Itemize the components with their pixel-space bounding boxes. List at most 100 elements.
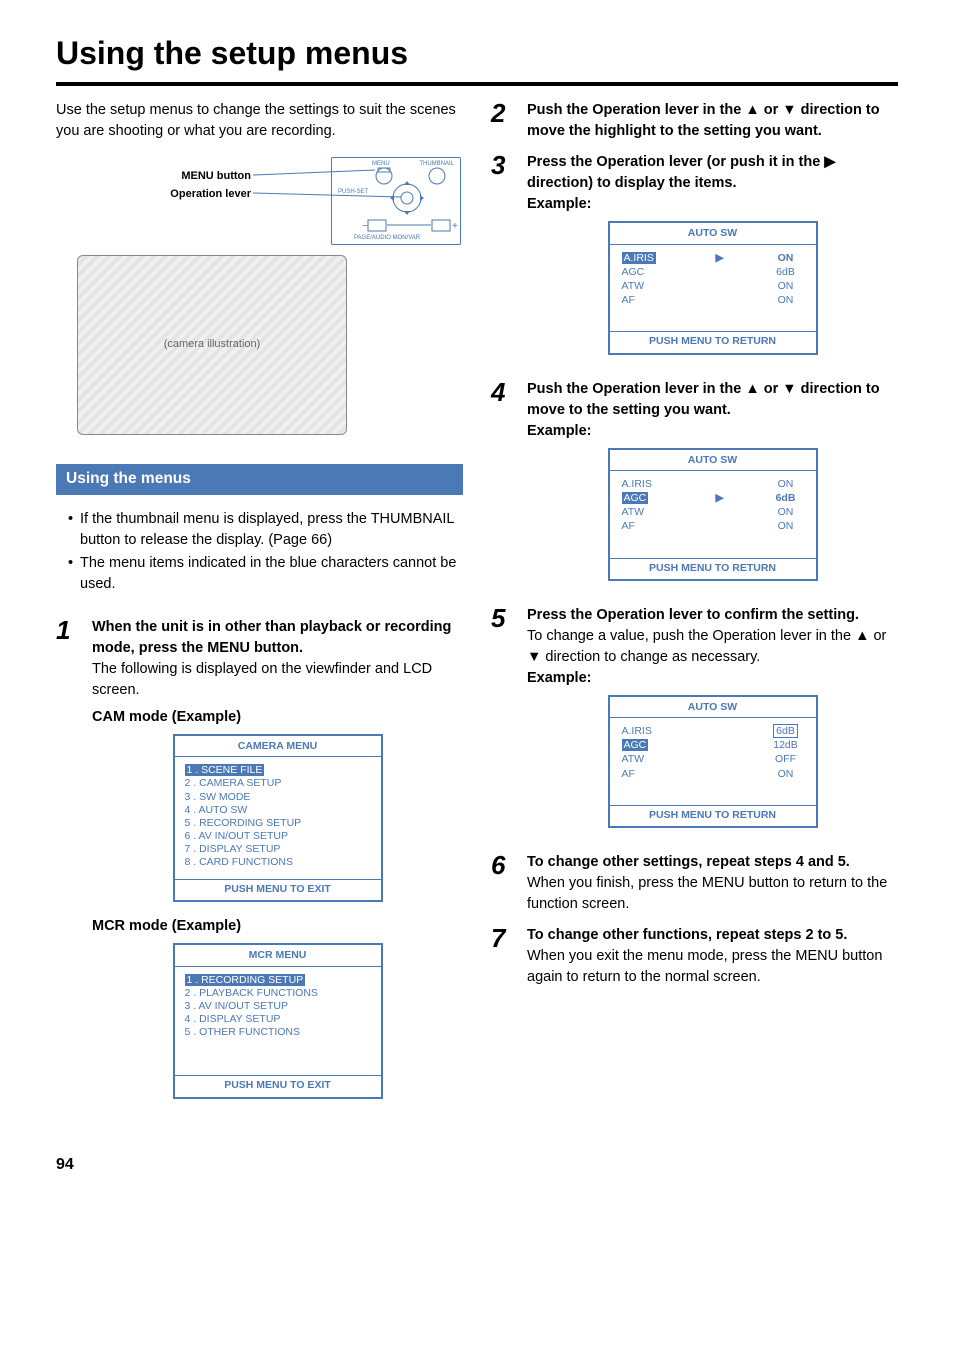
autosw-footer: PUSH MENU TO RETURN [610, 558, 816, 579]
autosw-label: AGC [622, 738, 672, 752]
autosw-row: A.IRIS ON [610, 477, 816, 491]
step-number: 7 [491, 925, 513, 988]
autosw-arrow: ▶ [713, 251, 727, 265]
step-7: 7 To change other functions, repeat step… [491, 925, 898, 988]
step-5-head: Press the Operation lever to confirm the… [527, 605, 898, 626]
step-5-body-c: direction to change as necessary. [541, 649, 760, 665]
page-title: Using the setup menus [56, 30, 898, 86]
autosw-label: ATW [622, 505, 672, 519]
autosw-label: AGC [622, 265, 672, 279]
step-2-head-b: or [760, 102, 783, 118]
page-number: 94 [56, 1153, 898, 1176]
autosw-value: 6dB [768, 491, 804, 505]
camera-menu-item: 6 . AV IN/OUT SETUP [185, 830, 371, 843]
step-7-head: To change other functions, repeat steps … [527, 925, 898, 946]
cam-mode-label: CAM mode (Example) [92, 707, 463, 728]
autosw-label: ATW [622, 279, 672, 293]
autosw-label: ATW [622, 752, 672, 766]
autosw-row: A.IRIS 6dB [610, 724, 816, 738]
autosw-label: A.IRIS [622, 477, 672, 491]
autosw-menu-box: AUTO SW A.IRIS▶ONAGC6dBATWONAFON PUSH ME… [608, 221, 818, 354]
note-item: The menu items indicated in the blue cha… [68, 553, 463, 595]
autosw-value: 6dB [768, 724, 804, 738]
step-3: 3 Press the Operation lever (or push it … [491, 152, 898, 368]
autosw-value: ON [768, 251, 804, 265]
autosw-value: ON [768, 505, 804, 519]
mcr-menu-title: MCR MENU [175, 945, 381, 966]
autosw-menu-box: AUTO SW A.IRIS ON AGC ▶ 6dB ATW ON AF ON PUSH ME… [608, 448, 818, 581]
autosw-value: ON [768, 279, 804, 293]
step-number: 5 [491, 605, 513, 842]
intro-text: Use the setup menus to change the settin… [56, 100, 463, 142]
autosw-title: AUTO SW [610, 450, 816, 471]
example-label: Example: [527, 194, 898, 215]
camera-menu-item: 5 . RECORDING SETUP [185, 817, 371, 830]
autosw-label: AF [622, 519, 672, 533]
step-4-head-a: Push the Operation lever in the [527, 381, 745, 397]
autosw-title: AUTO SW [610, 223, 816, 244]
autosw-label: AF [622, 293, 672, 307]
triangle-right-icon: ▶ [824, 152, 835, 173]
mcr-menu-box: MCR MENU 1 . RECORDING SETUP 2 . PLAYBAC… [173, 943, 383, 1098]
step-1: 1 When the unit is in other than playbac… [56, 617, 463, 1113]
mcr-menu-item: 4 . DISPLAY SETUP [185, 1013, 371, 1026]
mcr-menu-footer: PUSH MENU TO EXIT [175, 1075, 381, 1096]
autosw-value: ON [768, 477, 804, 491]
autosw-row: A.IRIS ▶ ON [610, 251, 816, 265]
step-4-head-b: or [760, 381, 783, 397]
mcr-menu-item: 2 . PLAYBACK FUNCTIONS [185, 987, 371, 1000]
step-3-head-b: direction) to display the items. [527, 175, 736, 191]
mcr-menu-item: 3 . AV IN/OUT SETUP [185, 1000, 371, 1013]
autosw-value: ON [768, 519, 804, 533]
autosw-row: AF ON [610, 767, 816, 781]
autosw-row: ATW ON [610, 505, 816, 519]
note-item: If the thumbnail menu is displayed, pres… [68, 509, 463, 551]
camera-menu-box: CAMERA MENU 1 . SCENE FILE 2 . CAMERA SE… [173, 734, 383, 902]
step-2: 2 Push the Operation lever in the ▲ or ▼… [491, 100, 898, 142]
camera-placeholder-text: (camera illustration) [164, 337, 261, 353]
autosw-arrow: ▶ [713, 491, 727, 505]
step-number: 1 [56, 617, 78, 1113]
autosw-row: ATW OFF [610, 752, 816, 766]
diagram: MENU button Operation lever MENU THUMBNA… [56, 156, 463, 446]
autosw-value: ON [768, 767, 804, 781]
step-1-body: The following is displayed on the viewfi… [92, 659, 463, 701]
autosw-value: 12dB [768, 738, 804, 752]
step-number: 2 [491, 100, 513, 142]
autosw-row: AFON [610, 293, 816, 307]
autosw-label: A.IRIS [622, 251, 672, 265]
example-label: Example: [527, 668, 898, 689]
autosw-value: 6dB [768, 265, 804, 279]
step-5-body-a: To change a value, push the Operation le… [527, 628, 855, 644]
section-using-menus: Using the menus [56, 464, 463, 494]
autosw-row: AGC 6dB [610, 265, 816, 279]
step-number: 4 [491, 379, 513, 595]
camera-menu-item: 3 . SW MODE [185, 791, 371, 804]
camera-menu-item: 2 . CAMERA SETUP [185, 777, 371, 790]
step-number: 3 [491, 152, 513, 368]
autosw-label: A.IRIS [622, 724, 672, 738]
step-3-head-a: Press the Operation lever (or push it in… [527, 154, 824, 170]
camera-menu-item-selected: 1 . SCENE FILE [185, 764, 265, 776]
autosw-row: ATW ON [610, 279, 816, 293]
step-2-head-a: Push the Operation lever in the [527, 102, 745, 118]
step-number: 6 [491, 852, 513, 915]
camera-menu-item: 8 . CARD FUNCTIONS [185, 856, 371, 869]
camera-menu-footer: PUSH MENU TO EXIT [175, 879, 381, 900]
autosw-label: AGC [622, 491, 672, 505]
autosw-value: OFF [768, 752, 804, 766]
step-6-head: To change other settings, repeat steps 4… [527, 852, 898, 873]
step-6: 6 To change other settings, repeat steps… [491, 852, 898, 915]
triangle-up-icon: ▲ [745, 100, 759, 121]
triangle-down-icon: ▼ [527, 647, 541, 668]
triangle-up-icon: ▲ [745, 379, 759, 400]
step-7-body: When you exit the menu mode, press the M… [527, 946, 898, 988]
autosw-footer: PUSH MENU TO RETURN [610, 331, 816, 352]
camera-menu-item: 7 . DISPLAY SETUP [185, 843, 371, 856]
autosw-menu-box: AUTO SW A.IRIS6dBAGC12dBATWOFFAFON PUSH … [608, 695, 818, 828]
autosw-label: AF [622, 767, 672, 781]
triangle-down-icon: ▼ [782, 100, 796, 121]
triangle-up-icon: ▲ [855, 626, 869, 647]
step-4: 4 Push the Operation lever in the ▲ or ▼… [491, 379, 898, 595]
mcr-menu-item-selected: 1 . RECORDING SETUP [185, 974, 306, 986]
